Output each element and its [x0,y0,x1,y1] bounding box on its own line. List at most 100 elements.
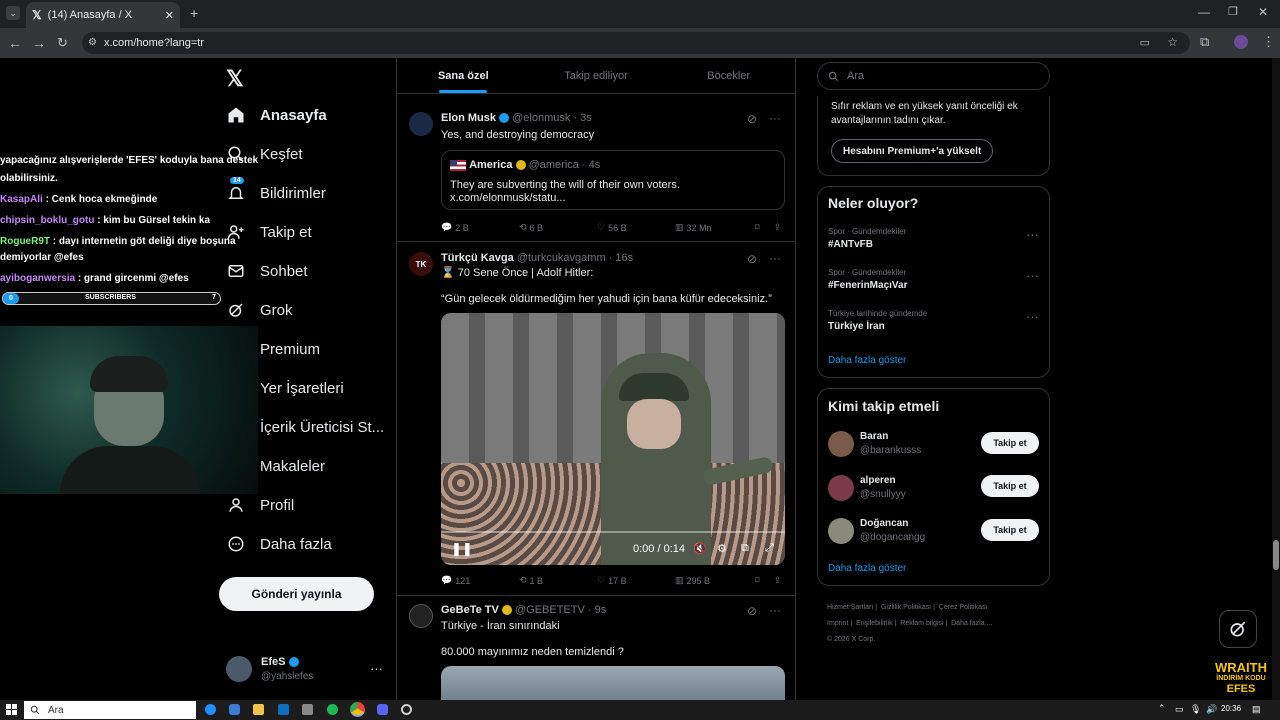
trend-more-icon[interactable]: ··· [1026,268,1039,283]
forward-icon[interactable]: → [32,35,46,51]
share-icon[interactable]: ⇪ [774,575,782,586]
footer-link[interactable]: Çerez Politikası [939,604,988,611]
views-button[interactable]: ▥ 32 Mn [675,222,755,233]
like-button[interactable]: ♡ 56 B [597,222,675,233]
close-tab-icon[interactable]: ✕ [165,9,174,22]
profile-avatar[interactable] [1234,35,1248,49]
trend-item[interactable]: Spor · Gündemdekiler #FenerinMaçıVar [828,268,907,291]
page-scrollbar[interactable] [1272,58,1280,700]
tweet-more-icon[interactable]: ··· [769,251,781,265]
follow-avatar[interactable] [828,431,854,457]
tweet-more-icon[interactable]: ··· [769,603,781,617]
grok-icon[interactable]: ⊘ [747,604,757,618]
pip-icon[interactable]: ⧉ [741,542,749,555]
mail-app-icon[interactable] [278,704,289,715]
file-explorer-icon[interactable] [253,704,264,715]
tweet[interactable]: Elon Musk @elonmusk · 3s ⊘ ··· Yes, and … [397,100,795,242]
nav-profile[interactable]: Profil [226,495,294,515]
trend-more-icon[interactable]: ··· [1026,227,1039,242]
follow-avatar[interactable] [828,518,854,544]
tweet[interactable]: GeBeTe TV @GEBETETV · 9s ⊘ ··· Türkiye -… [397,596,795,700]
repost-button[interactable]: ⟲ 1 B [519,575,597,586]
elon-avatar[interactable] [409,112,433,136]
browser-tab[interactable]: 𝕏 (14) Anasayfa / X ✕ [26,2,180,28]
reply-button[interactable]: 💬 121 [441,575,519,586]
author-name[interactable]: GeBeTe TV [441,604,499,616]
tab-for-you[interactable]: Sana özel [397,58,530,93]
install-icon[interactable]: ▭ [1140,36,1150,49]
video-player[interactable]: ❚❚ 0:00 / 0:14 🔇 ⚙ ⧉ ⤢ [441,313,785,565]
post-button[interactable]: Gönderi yayınla [219,577,374,611]
app-icon[interactable] [229,704,240,715]
discord-icon[interactable] [377,704,388,715]
x-logo-icon[interactable]: 𝕏 [226,66,244,92]
nav-more[interactable]: Daha fazla [226,534,332,554]
follow-show-more[interactable]: Daha fazla göster [828,563,906,574]
author-name[interactable]: Elon Musk [441,112,496,124]
restore-icon[interactable]: ❐ [1228,5,1238,18]
grok-float-button[interactable] [1219,610,1257,648]
account-menu-icon[interactable]: ··· [370,661,383,676]
gebete-avatar[interactable] [409,604,433,628]
footer-link[interactable]: Hizmet Şartları [827,604,873,611]
footer-link[interactable]: Daha fazla ... [951,620,992,627]
tab-search-button[interactable]: ⌄ [6,6,20,20]
tweet-image[interactable] [441,666,785,700]
footer-link[interactable]: Erişilebilirlik [856,620,893,627]
premium-upgrade-button[interactable]: Hesabını Premium+'a yükselt [831,139,994,163]
network-icon[interactable]: ▭ [1175,704,1184,715]
pause-icon[interactable]: ❚❚ [451,541,473,557]
like-button[interactable]: ♡ 17 B [597,575,675,586]
nav-home[interactable]: Anasayfa [226,105,327,125]
author-name[interactable]: Türkçü Kavga [441,252,514,264]
trend-more-icon[interactable]: ··· [1026,309,1039,324]
quote-tweet[interactable]: America @america · 4s They are subvertin… [441,150,785,210]
footer-link[interactable]: Reklam bilgisi [900,620,943,627]
reply-button[interactable]: 💬 2 B [441,222,519,233]
taskbar-search[interactable]: Ara [24,701,196,719]
volume-icon[interactable]: 🔊 [1206,704,1217,715]
grok-icon[interactable]: ⊘ [747,252,757,266]
new-tab-icon[interactable]: + [190,5,198,21]
bookmark-icon[interactable]: ⌑ [755,575,760,586]
account-avatar[interactable] [226,656,252,682]
footer-link[interactable]: Imprint [827,620,848,627]
back-icon[interactable]: ← [8,35,22,51]
tray-chevron-icon[interactable]: ⌃ [1158,703,1166,714]
follow-user[interactable]: alperen @snullyyy [860,475,906,500]
obs-icon[interactable] [401,704,412,715]
follow-avatar[interactable] [828,475,854,501]
bookmark-icon[interactable]: ⌑ [755,222,760,233]
follow-user[interactable]: Doğancan @dogancangg [860,518,925,543]
tab-bugs[interactable]: Böcekler [662,58,795,93]
quote-link[interactable]: x.com/elonmusk/statu... [450,192,566,204]
notification-center-icon[interactable]: ▤ [1252,704,1261,715]
trend-item[interactable]: Spor · Gündemdekiler #ANTvFB [828,227,906,250]
video-progress-bar[interactable] [441,531,785,533]
bookmark-star-icon[interactable]: ☆ [1167,35,1178,49]
minimize-icon[interactable]: — [1198,5,1210,19]
clock[interactable]: 20:36 [1221,704,1241,713]
address-bar[interactable]: ⚙ x.com/home?lang=tr ▭ ☆ [82,32,1190,54]
fullscreen-icon[interactable]: ⤢ [765,542,774,555]
extensions-icon[interactable]: ⧉ [1200,34,1209,50]
reload-icon[interactable]: ↻ [57,35,68,51]
follow-user[interactable]: Baran @barankusss [860,431,921,456]
share-icon[interactable]: ⇪ [774,222,782,233]
windows-start-icon[interactable] [6,704,17,715]
footer-link[interactable]: Gizlilik Politikası [881,604,931,611]
trend-item[interactable]: Türkiye tarihinde gündemde Türkiye İran [828,309,927,332]
settings-icon[interactable]: ⚙ [717,542,727,555]
browser-menu-icon[interactable]: ⋮ [1262,34,1275,50]
edge-icon[interactable] [205,704,216,715]
site-info-icon[interactable]: ⚙ [88,37,97,48]
tweet-more-icon[interactable]: ··· [769,111,781,125]
nav-grok[interactable]: Grok [226,300,293,320]
trends-show-more[interactable]: Daha fazla göster [828,355,906,366]
tweet[interactable]: TK Türkçü Kavga @turkcukavgamm · 16s ⊘ ·… [397,242,795,596]
store-icon[interactable] [302,704,313,715]
follow-button[interactable]: Takip et [981,475,1039,497]
follow-button[interactable]: Takip et [981,432,1039,454]
views-button[interactable]: ▥ 295 B [675,575,755,586]
scrollbar-thumb[interactable] [1273,540,1279,570]
